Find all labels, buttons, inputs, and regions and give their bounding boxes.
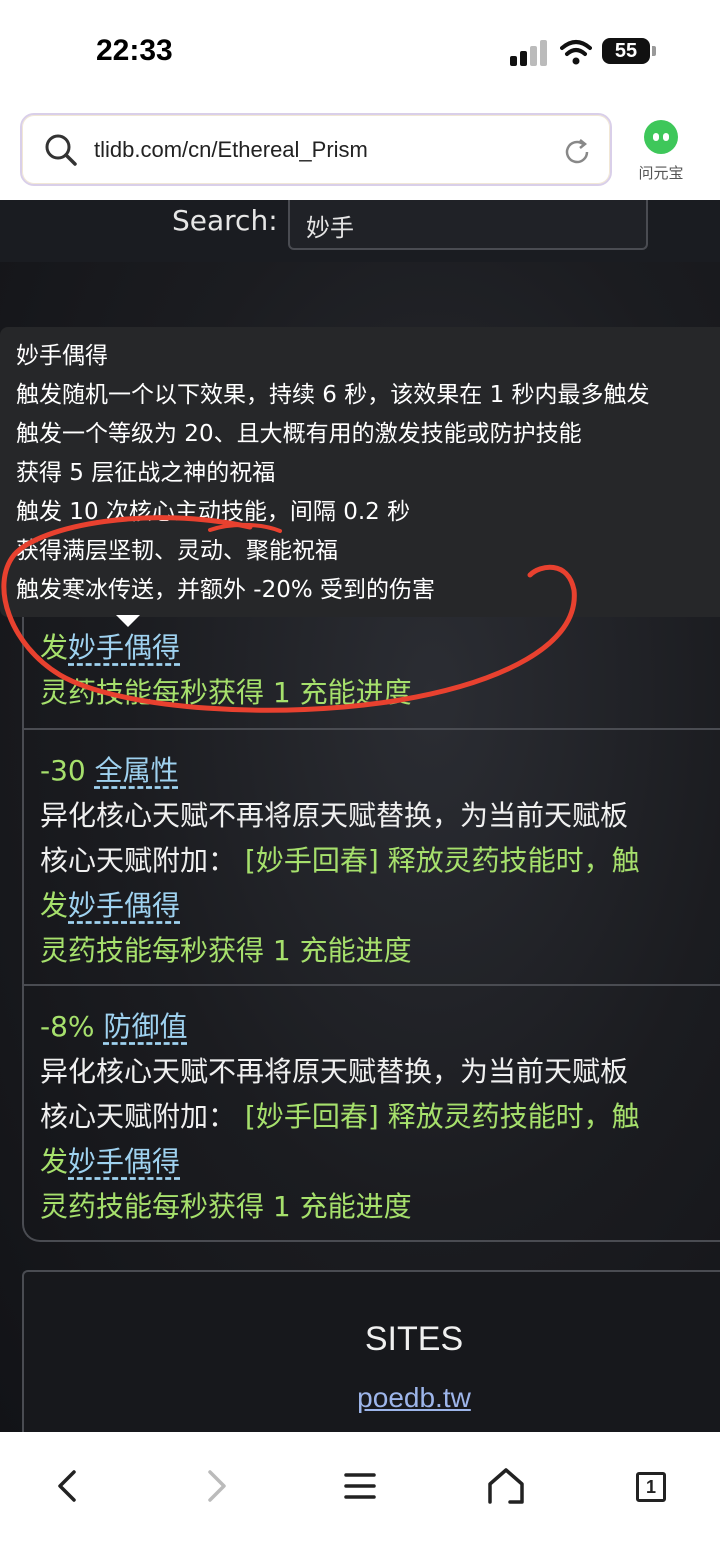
stat-link[interactable]: 防御值 [103, 1010, 187, 1043]
address-bar[interactable]: tlidb.com/cn/Ethereal_Prism [20, 113, 612, 186]
cellular-signal-icon [510, 40, 550, 66]
trigger-link[interactable]: 妙手偶得 [68, 631, 180, 664]
tabs-icon: 1 [636, 1472, 666, 1502]
core-text: [妙手回春] 释放灵药技能时，触 [244, 1100, 640, 1133]
status-bar: 22:33 55 [0, 0, 720, 100]
core-prefix: 核心天赋附加： [40, 844, 237, 877]
description-line: 异化核心天赋不再将原天赋替换，为当前天赋板 [40, 799, 629, 832]
tooltip-title: 妙手偶得 [16, 343, 108, 369]
trigger-link[interactable]: 妙手偶得 [68, 1145, 180, 1178]
core-text: [妙手回春] 释放灵药技能时，触 [244, 844, 640, 877]
stat-value: -30 [40, 754, 86, 787]
trigger-link[interactable]: 妙手偶得 [68, 889, 180, 922]
tooltip-line: 触发随机一个以下效果，持续 6 秒，该效果在 1 秒内最多触发 [16, 382, 650, 408]
search-input[interactable]: 妙手 [288, 200, 648, 250]
back-icon[interactable] [40, 1458, 96, 1514]
url-text[interactable]: tlidb.com/cn/Ethereal_Prism [94, 137, 368, 163]
result-entry-1: 发妙手偶得 灵药技能每秒获得 1 充能进度 [40, 625, 720, 715]
trigger-line: 发妙手偶得 [40, 883, 720, 928]
sites-title: SITES [364, 1320, 464, 1358]
description-line: 异化核心天赋不再将原天赋替换，为当前天赋板 [40, 1055, 629, 1088]
stat-line: -30 全属性 [40, 748, 720, 793]
wifi-icon [560, 40, 592, 65]
result-entry-2: -30 全属性 异化核心天赋不再将原天赋替换，为当前天赋板 核心天赋附加： [妙… [40, 748, 720, 973]
core-prefix: 核心天赋附加： [40, 1100, 237, 1133]
trigger-line: 发妙手偶得 [40, 1139, 720, 1184]
tooltip-line: 触发寒冰传送，并额外 -20% 受到的伤害 [16, 577, 436, 603]
tooltip-line: 获得满层坚韧、灵动、聚能祝福 [16, 538, 338, 564]
stat-link[interactable]: 全属性 [95, 754, 179, 787]
tooltip-popup: 妙手偶得 触发随机一个以下效果，持续 6 秒，该效果在 1 秒内最多触发 触发一… [0, 327, 720, 617]
progress-line: 灵药技能每秒获得 1 充能进度 [40, 676, 412, 709]
tooltip-line: 获得 5 层征战之神的祝福 [16, 460, 276, 486]
entry-divider [24, 728, 720, 730]
sites-footer: SITES poedb.tw [22, 1270, 720, 1432]
reload-icon[interactable] [562, 137, 592, 167]
core-talent-line: 核心天赋附加： [妙手回春] 释放灵药技能时，触 [40, 1094, 720, 1139]
trigger-prefix: 发 [40, 889, 69, 922]
bottom-toolbar: 1 [0, 1432, 720, 1564]
tooltip-line: 触发一个等级为 20、且大概有用的激发技能或防护技能 [16, 421, 582, 447]
tabs-button[interactable]: 1 [622, 1458, 678, 1514]
yuanbao-assistant-button[interactable]: 问元宝 [630, 120, 692, 190]
search-strip: Search: 妙手 [0, 200, 720, 262]
yuanbao-label: 问元宝 [638, 164, 684, 182]
yuanbao-icon [644, 120, 678, 154]
entry-divider [24, 984, 720, 986]
status-time: 22:33 [96, 34, 173, 67]
progress-line: 灵药技能每秒获得 1 充能进度 [40, 934, 412, 967]
tooltip-line: 触发 10 次核心主动技能，间隔 0.2 秒 [16, 499, 411, 525]
home-icon[interactable] [478, 1458, 534, 1514]
battery-icon: 55 [602, 38, 650, 64]
battery-nub [652, 46, 656, 56]
forward-icon[interactable] [188, 1458, 244, 1514]
progress-line: 灵药技能每秒获得 1 充能进度 [40, 1190, 412, 1223]
stat-value: -8% [40, 1010, 95, 1043]
search-icon [45, 134, 77, 166]
result-entry-3: -8% 防御值 异化核心天赋不再将原天赋替换，为当前天赋板 核心天赋附加： [妙… [40, 1004, 720, 1229]
trigger-line: 发妙手偶得 [40, 625, 720, 670]
trigger-prefix: 发 [40, 1145, 69, 1178]
stat-line: -8% 防御值 [40, 1004, 720, 1049]
core-talent-line: 核心天赋附加： [妙手回春] 释放灵药技能时，触 [40, 838, 720, 883]
tooltip-arrow [116, 615, 140, 627]
sites-link[interactable]: poedb.tw [24, 1382, 720, 1414]
search-label: Search: [172, 204, 278, 237]
menu-icon[interactable] [332, 1458, 388, 1514]
trigger-prefix: 发 [40, 631, 69, 664]
